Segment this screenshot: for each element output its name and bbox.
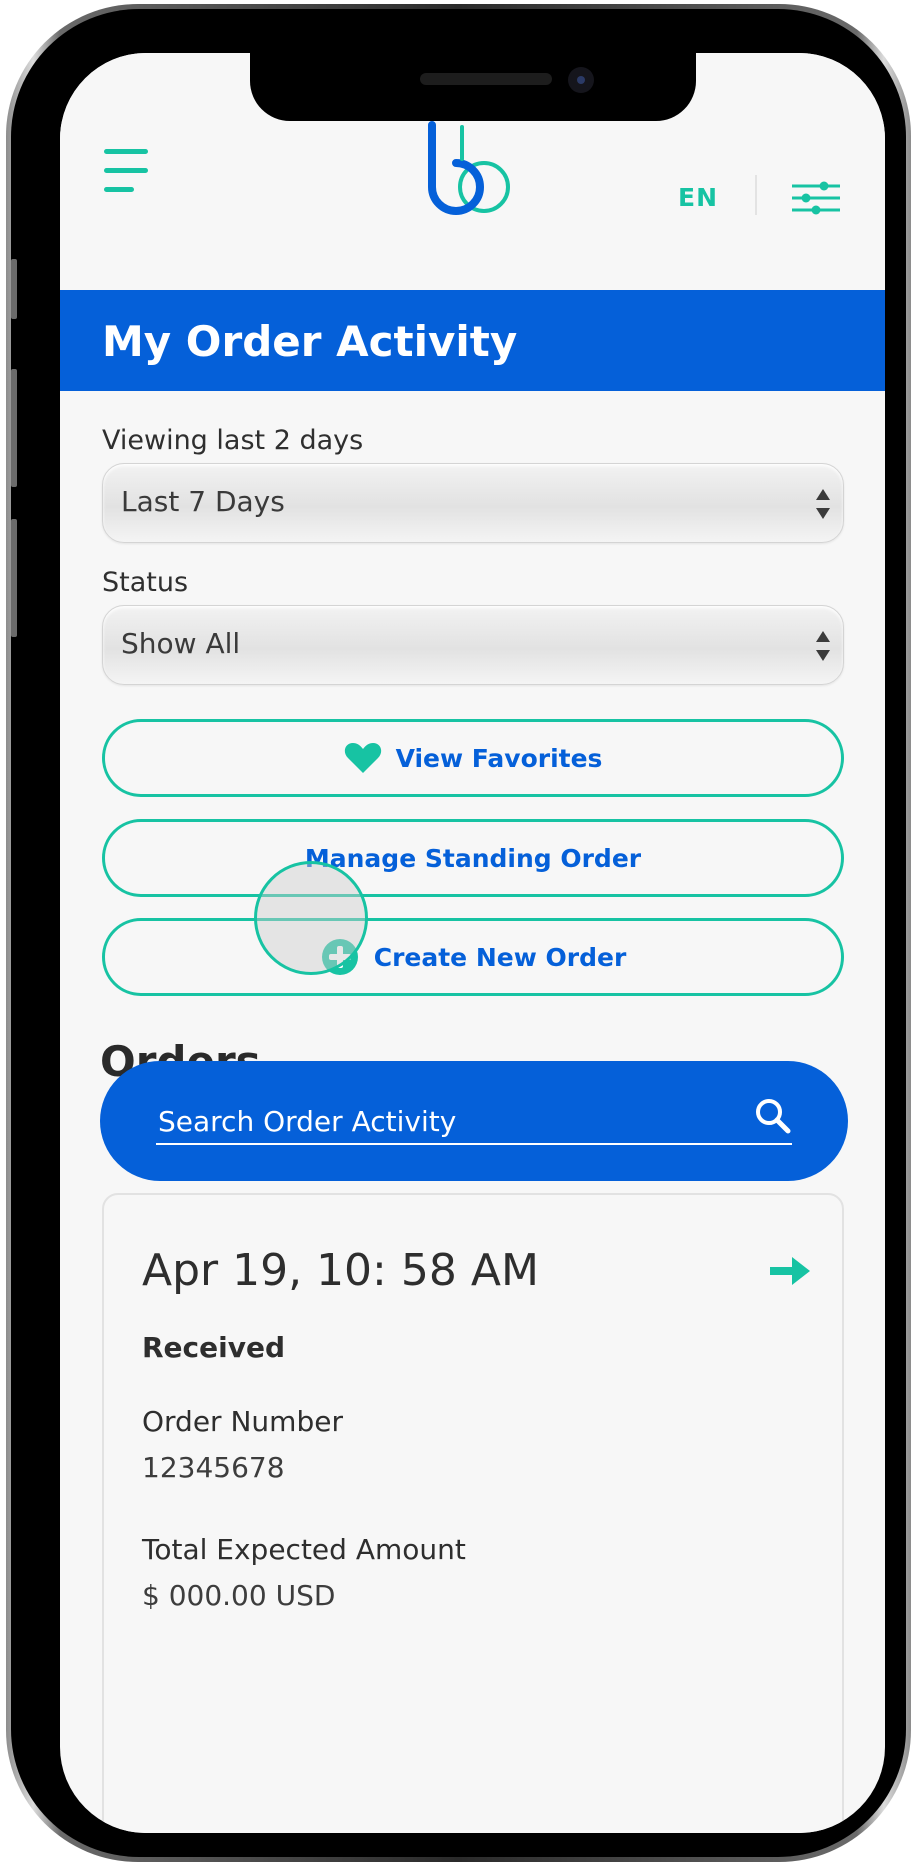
side-button-silent [11,259,17,319]
range-select[interactable]: Last 7 Days [102,463,844,543]
search-underline [156,1143,792,1145]
page-title: My Order Activity [102,317,518,366]
phone-bezel: EN My Order Activity Viewing last 2 days [11,9,906,1857]
order-number-value: 12345678 [142,1451,285,1484]
search-input[interactable]: Search Order Activity [158,1105,456,1138]
manage-standing-order-label: Manage Standing Order [304,843,642,873]
order-number-label: Order Number [142,1405,343,1438]
earpiece-speaker [420,73,552,85]
view-favorites-label: View Favorites [395,743,603,773]
order-amount-label: Total Expected Amount [142,1533,466,1566]
status-select[interactable]: Show All [102,605,844,685]
view-favorites-button[interactable]: View Favorites [102,719,844,797]
language-selector[interactable]: EN [678,183,728,212]
camera-notch [250,53,696,121]
side-button-volume-down [11,519,17,637]
arrow-right-icon[interactable] [770,1257,810,1285]
order-search-bar[interactable]: Search Order Activity [100,1061,848,1181]
range-select-value: Last 7 Days [121,485,285,518]
select-arrows-icon [815,631,831,661]
front-camera [568,67,594,93]
select-arrows-icon [815,489,831,519]
create-new-order-label: Create New Order [373,942,627,972]
order-amount-value: $ 000.00 USD [142,1579,336,1612]
order-date: Apr 19, 10: 58 AM [142,1245,539,1296]
sliders-icon[interactable] [792,181,840,215]
hamburger-menu-icon[interactable] [104,149,160,197]
brand-logo[interactable] [422,119,522,223]
side-button-volume-up [11,369,17,487]
header-divider [755,175,757,215]
touch-indicator [254,861,368,975]
phone-frame: EN My Order Activity Viewing last 2 days [6,4,911,1862]
app-screen: EN My Order Activity Viewing last 2 days [60,53,885,1833]
status-label: Status [102,567,189,598]
page-title-bar: My Order Activity [60,290,885,391]
search-icon[interactable] [754,1097,792,1135]
order-card[interactable]: Apr 19, 10: 58 AM Received Order Number … [102,1193,844,1833]
order-status: Received [142,1331,286,1364]
create-new-order-button[interactable]: Create New Order [102,918,844,996]
range-label: Viewing last 2 days [102,425,364,456]
heart-icon [344,743,381,773]
status-select-value: Show All [121,627,241,660]
manage-standing-order-button[interactable]: Manage Standing Order [102,819,844,897]
